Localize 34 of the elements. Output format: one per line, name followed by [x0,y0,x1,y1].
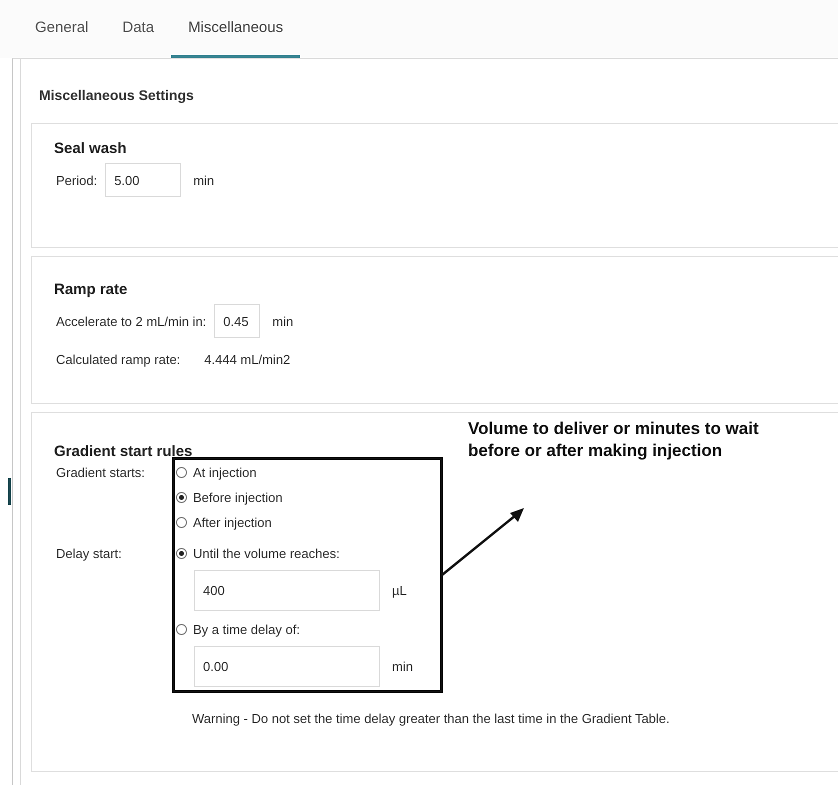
section-title: Ramp rate [54,281,128,298]
accelerate-field[interactable]: 0.45 [214,304,260,338]
field-label: Delay start: [56,545,123,563]
unit-label: min [392,659,413,674]
focus-marker [8,478,11,505]
annotation-text: Volume to deliver or minutes to wait before or after making injection [468,418,759,462]
unit-label: min [272,314,294,328]
field-label: Period: [56,172,98,188]
tab[interactable]: Data [105,0,172,58]
field-label: Calculated ramp rate: [56,352,180,367]
delay-field[interactable]: 400 [194,570,380,611]
delay-field[interactable]: 0.00 [194,646,380,687]
option-label[interactable]: At injection [193,465,257,480]
section-title: Gradient start rules [54,443,192,460]
radio-button[interactable] [176,492,187,503]
option-label[interactable]: Before injection [193,490,283,505]
option-label[interactable]: By a time delay of: [193,622,300,637]
radio-button[interactable] [176,517,187,528]
option-label[interactable]: Until the volume reaches: [193,546,340,561]
radio-button[interactable] [176,548,187,559]
field-label: Gradient starts: [56,464,146,482]
radio-button[interactable] [176,624,187,635]
unit-label: min [193,172,214,188]
warning-text: Warning - Do not set the time delay greater than the last time in the Gradient Table. [192,711,670,726]
ramp-rate-value: 4.444 mL/min2 [204,352,290,367]
tab[interactable]: General [18,0,106,58]
radio-button[interactable] [176,467,187,478]
period-field[interactable]: 5.00 [105,163,182,197]
option-label[interactable]: After injection [193,515,272,530]
panel-title: Miscellaneous Settings [39,87,194,103]
section-title: Seal wash [54,140,127,157]
tab[interactable]: Miscellaneous [171,0,300,58]
unit-label: µL [392,583,407,598]
field-label: Accelerate to 2 mL/min in: [56,314,206,328]
